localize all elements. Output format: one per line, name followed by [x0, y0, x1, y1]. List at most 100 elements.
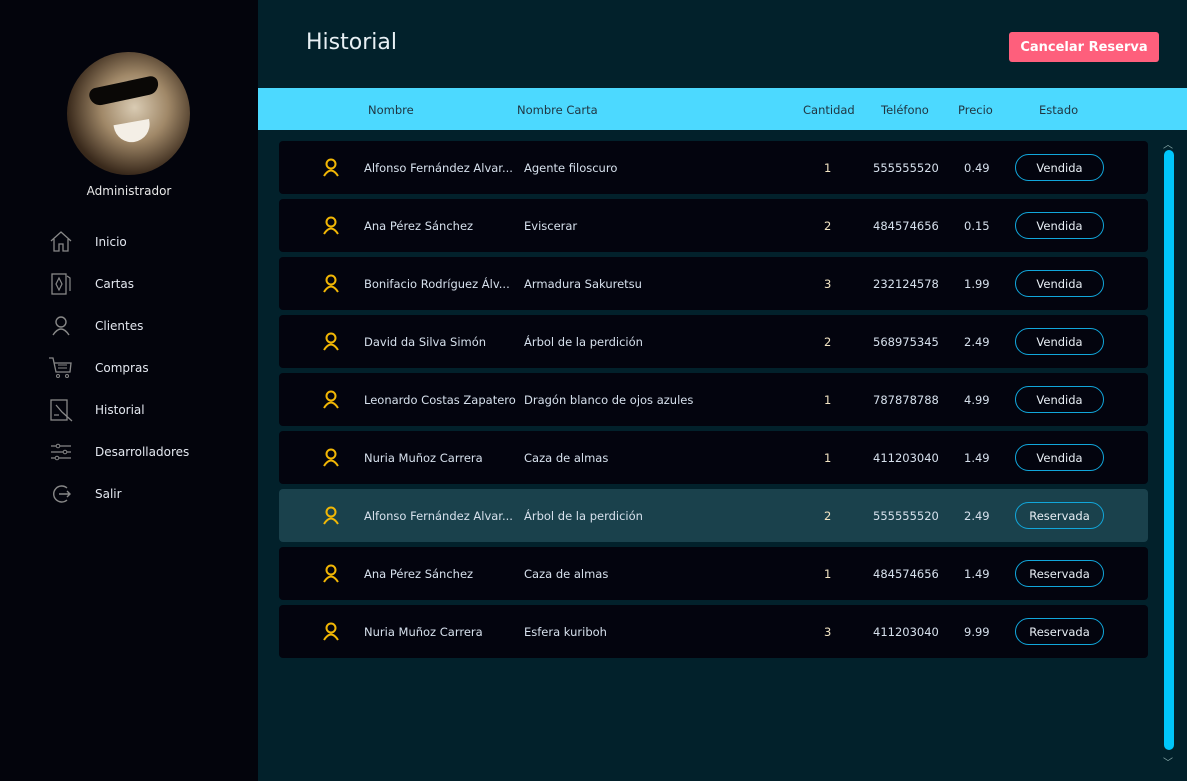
card-name: Esfera kuriboh	[524, 625, 607, 639]
user-icon	[323, 158, 339, 177]
user-icon	[323, 390, 339, 409]
status-button[interactable]: Vendida	[1015, 386, 1104, 413]
table-row[interactable]: Alfonso Fernández Alvar... Agente filosc…	[279, 141, 1148, 194]
user-icon	[323, 216, 339, 235]
avatar	[67, 52, 190, 175]
price: 4.99	[964, 393, 990, 407]
client-name: Nuria Muñoz Carrera	[364, 451, 483, 465]
price: 0.15	[964, 219, 990, 233]
sidebar-item-label: Compras	[95, 361, 149, 375]
user-icon	[323, 564, 339, 583]
card-name: Árbol de la perdición	[524, 335, 643, 349]
quantity: 1	[824, 161, 832, 175]
phone: 787878788	[873, 393, 939, 407]
sidebar: Administrador Inicio Cartas Clientes Compra…	[0, 0, 258, 781]
card-name: Caza de almas	[524, 451, 609, 465]
column-header-phone[interactable]: Teléfono	[881, 103, 929, 117]
column-header-card[interactable]: Nombre Carta	[517, 103, 598, 117]
scroll-up-icon[interactable]: ︿	[1163, 136, 1173, 151]
price: 1.49	[964, 567, 990, 581]
table-row[interactable]: Ana Pérez Sánchez Caza de almas 1 484574…	[279, 547, 1148, 600]
status-button[interactable]: Reservada	[1015, 502, 1104, 529]
phone: 484574656	[873, 219, 939, 233]
logout-icon	[53, 485, 71, 503]
price: 2.49	[964, 335, 990, 349]
status-button[interactable]: Reservada	[1015, 618, 1104, 645]
scroll-down-icon[interactable]: ﹀	[1163, 754, 1173, 769]
sidebar-item-inicio[interactable]: Inicio	[48, 227, 248, 257]
table-row[interactable]: Leonardo Costas Zapatero Dragón blanco d…	[279, 373, 1148, 426]
price: 0.49	[964, 161, 990, 175]
status-button[interactable]: Reservada	[1015, 560, 1104, 587]
phone: 555555520	[873, 509, 939, 523]
client-name: Ana Pérez Sánchez	[364, 567, 474, 581]
price: 2.49	[964, 509, 990, 523]
cart-icon	[49, 357, 72, 378]
client-name: Leonardo Costas Zapatero	[364, 393, 516, 407]
sidebar-item-clientes[interactable]: Clientes	[48, 311, 248, 341]
price: 9.99	[964, 625, 990, 639]
price: 1.49	[964, 451, 990, 465]
card-icon	[51, 273, 71, 295]
table-row[interactable]: Nuria Muñoz Carrera Esfera kuriboh 3 411…	[279, 605, 1148, 658]
sidebar-item-historial[interactable]: Historial	[48, 395, 248, 425]
table-header: Nombre Nombre Carta Cantidad Teléfono Pr…	[258, 88, 1187, 130]
table-row[interactable]: Bonifacio Rodríguez Álv... Armadura Saku…	[279, 257, 1148, 310]
quantity: 2	[824, 509, 832, 523]
user-icon	[323, 274, 339, 293]
table-row[interactable]: Nuria Muñoz Carrera Caza de almas 1 4112…	[279, 431, 1148, 484]
price: 1.99	[964, 277, 990, 291]
status-button[interactable]: Vendida	[1015, 444, 1104, 471]
user-icon	[323, 448, 339, 467]
client-name: Nuria Muñoz Carrera	[364, 625, 483, 639]
column-header-status[interactable]: Estado	[1039, 103, 1078, 117]
quantity: 3	[824, 625, 832, 639]
sidebar-item-cartas[interactable]: Cartas	[48, 269, 248, 299]
card-name: Eviscerar	[524, 219, 578, 233]
status-button[interactable]: Vendida	[1015, 270, 1104, 297]
sidebar-item-label: Salir	[95, 487, 122, 501]
user-icon	[52, 316, 70, 336]
sidebar-item-label: Desarrolladores	[95, 445, 190, 459]
home-icon	[50, 231, 72, 252]
user-icon	[323, 506, 339, 525]
card-name: Agente filoscuro	[524, 161, 618, 175]
phone: 232124578	[873, 277, 939, 291]
cancel-reservation-button[interactable]: Cancelar Reserva	[1009, 32, 1159, 62]
table-row[interactable]: David da Silva Simón Árbol de la perdici…	[279, 315, 1148, 368]
sliders-icon	[51, 443, 71, 461]
phone: 568975345	[873, 335, 939, 349]
page-title: Historial	[306, 30, 397, 55]
sidebar-item-desarrolladores[interactable]: Desarrolladores	[48, 437, 248, 467]
status-button[interactable]: Vendida	[1015, 212, 1104, 239]
sidebar-item-salir[interactable]: Salir	[48, 479, 248, 509]
quantity: 1	[824, 451, 832, 465]
status-button[interactable]: Vendida	[1015, 328, 1104, 355]
column-header-name[interactable]: Nombre	[368, 103, 414, 117]
client-name: David da Silva Simón	[364, 335, 487, 349]
column-header-quantity[interactable]: Cantidad	[803, 103, 855, 117]
sidebar-item-label: Clientes	[95, 319, 144, 333]
phone: 555555520	[873, 161, 939, 175]
phone: 484574656	[873, 567, 939, 581]
client-name: Ana Pérez Sánchez	[364, 219, 474, 233]
phone: 411203040	[873, 451, 939, 465]
user-icon	[323, 332, 339, 351]
sidebar-item-compras[interactable]: Compras	[48, 353, 248, 383]
client-name: Bonifacio Rodríguez Álv...	[364, 277, 510, 291]
scrollbar[interactable]	[1164, 150, 1174, 750]
card-name: Caza de almas	[524, 567, 609, 581]
status-button[interactable]: Vendida	[1015, 154, 1104, 181]
card-name: Armadura Sakuretsu	[524, 277, 642, 291]
quantity: 1	[824, 393, 832, 407]
column-header-price[interactable]: Precio	[958, 103, 993, 117]
table-row[interactable]: Alfonso Fernández Alvar... Árbol de la p…	[279, 489, 1148, 542]
quantity: 2	[824, 219, 832, 233]
quantity: 1	[824, 567, 832, 581]
phone: 411203040	[873, 625, 939, 639]
quantity: 2	[824, 335, 832, 349]
history-icon	[50, 399, 73, 422]
table-row[interactable]: Ana Pérez Sánchez Eviscerar 2 484574656 …	[279, 199, 1148, 252]
user-icon	[323, 622, 339, 641]
sidebar-item-label: Inicio	[95, 235, 127, 249]
